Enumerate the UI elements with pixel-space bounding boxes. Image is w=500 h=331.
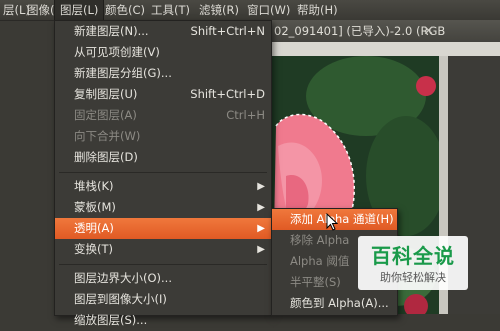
menu-item-transparency[interactable]: 透明(A) ▶ [55,218,271,239]
watermark-subtitle: 助你轻松解决 [380,271,446,284]
chevron-right-icon: ▶ [257,244,265,255]
menu-bar: 层(L) 图像(I) 图层(L) 颜色(C) 工具(T) 滤镜(R) 窗口(W)… [0,0,500,21]
menu-item-delete-layer[interactable]: 删除图层(D) [55,147,271,168]
menu-item-transform[interactable]: 变换(T) ▶ [55,239,271,260]
layer-menu: 新建图层(N)... Shift+Ctrl+N 从可见项创建(V) 新建图层分组(… [54,20,272,327]
menu-item-stack[interactable]: 堆栈(K) ▶ [55,176,271,197]
chevron-right-icon: ▶ [257,223,265,234]
close-icon[interactable]: ✕ [423,24,434,39]
watermark-title: 百科全说 [371,244,455,268]
menu-item-new-layer[interactable]: 新建图层(N)... Shift+Ctrl+N [55,21,271,42]
menu-windows[interactable]: 窗口(W) [242,0,295,20]
menu-item-new-from-visible[interactable]: 从可见项创建(V) [55,42,271,63]
chevron-right-icon: ▶ [257,202,265,213]
horizontal-ruler [256,42,500,56]
menu-item-color-to-alpha[interactable]: 颜色到 Alpha(A)... [272,293,397,314]
menu-item-layer-to-image-size[interactable]: 图层到图像大小(I) [55,289,271,310]
menu-item-scale-layer[interactable]: 缩放图层(S)... [55,310,271,331]
menu-separator [59,172,267,173]
menu-tools[interactable]: 工具(T) [146,0,195,20]
menu-item-new-layer-group[interactable]: 新建图层分组(G)... [55,63,271,84]
menu-colors[interactable]: 颜色(C) [100,0,150,20]
menu-item-duplicate-layer[interactable]: 复制图层(U) Shift+Ctrl+D [55,84,271,105]
menu-item-anchor-layer: 固定图层(A) Ctrl+H [74,108,265,122]
menu-layer[interactable]: 图层(L) [54,0,105,20]
menu-item-layer-boundary-size[interactable]: 图层边界大小(O)... [55,268,271,289]
image-window-titlebar: 02_091401] (已导入)-2.0 (RGB ✕ [256,20,500,42]
chevron-right-icon: ▶ [257,181,265,192]
menu-item-merge-down: 向下合并(W) [74,129,141,143]
menu-separator [59,264,267,265]
watermark-logo: 百科全说 助你轻松解决 [358,236,468,290]
mouse-cursor-icon [326,213,338,231]
menu-filters[interactable]: 滤镜(R) [194,0,244,20]
menu-item-mask[interactable]: 蒙板(M) ▶ [55,197,271,218]
image-window-title: 02_091401] (已导入)-2.0 (RGB [274,24,446,38]
menu-help[interactable]: 帮助(H) [292,0,343,20]
